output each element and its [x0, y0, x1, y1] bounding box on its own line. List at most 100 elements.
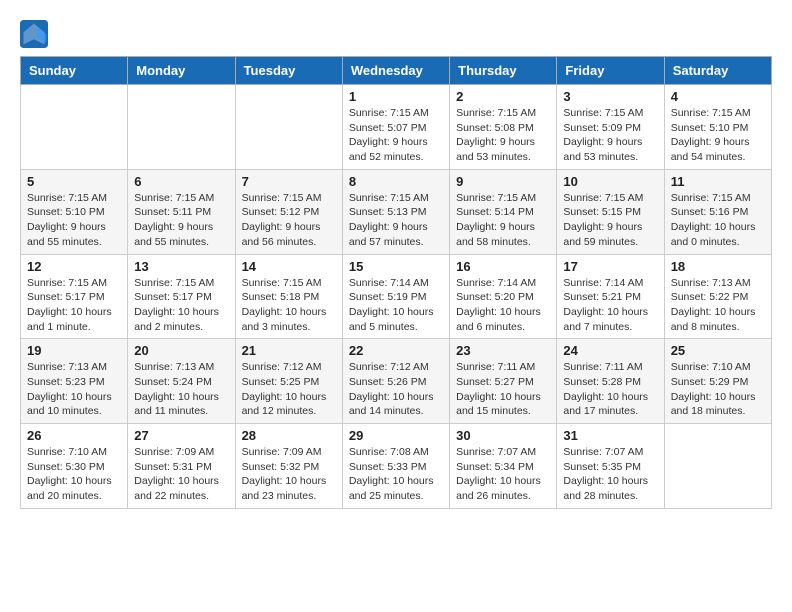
- calendar-cell: 17 Sunrise: 7:14 AM Sunset: 5:21 PM Dayli…: [557, 254, 664, 339]
- day-info: Sunrise: 7:13 AM Sunset: 5:22 PM Dayligh…: [671, 276, 765, 335]
- day-number: 27: [134, 428, 228, 443]
- day-number: 20: [134, 343, 228, 358]
- day-info: Sunrise: 7:14 AM Sunset: 5:19 PM Dayligh…: [349, 276, 443, 335]
- day-info: Sunrise: 7:14 AM Sunset: 5:20 PM Dayligh…: [456, 276, 550, 335]
- calendar-cell: 6 Sunrise: 7:15 AM Sunset: 5:11 PM Daylig…: [128, 169, 235, 254]
- calendar-cell: 23 Sunrise: 7:11 AM Sunset: 5:27 PM Dayli…: [450, 339, 557, 424]
- day-info: Sunrise: 7:15 AM Sunset: 5:18 PM Dayligh…: [242, 276, 336, 335]
- day-number: 15: [349, 259, 443, 274]
- day-info: Sunrise: 7:11 AM Sunset: 5:27 PM Dayligh…: [456, 360, 550, 419]
- day-info: Sunrise: 7:09 AM Sunset: 5:32 PM Dayligh…: [242, 445, 336, 504]
- calendar-cell: [235, 85, 342, 170]
- calendar-cell: 30 Sunrise: 7:07 AM Sunset: 5:34 PM Dayli…: [450, 424, 557, 509]
- day-info: Sunrise: 7:07 AM Sunset: 5:34 PM Dayligh…: [456, 445, 550, 504]
- calendar-cell: 16Sunrise: 7:14 AM Sunset: 5:20 PM Dayli…: [450, 254, 557, 339]
- day-number: 31: [563, 428, 657, 443]
- day-info: Sunrise: 7:15 AM Sunset: 5:15 PM Dayligh…: [563, 191, 657, 250]
- calendar-cell: 14 Sunrise: 7:15 AM Sunset: 5:18 PM Dayli…: [235, 254, 342, 339]
- day-number: 6: [134, 174, 228, 189]
- logo: [20, 20, 52, 48]
- day-number: 30: [456, 428, 550, 443]
- day-number: 10: [563, 174, 657, 189]
- day-info: Sunrise: 7:07 AM Sunset: 5:35 PM Dayligh…: [563, 445, 657, 504]
- logo-icon: [20, 20, 48, 48]
- calendar-week-row: 12 Sunrise: 7:15 AM Sunset: 5:17 PM Dayli…: [21, 254, 772, 339]
- day-info: Sunrise: 7:15 AM Sunset: 5:08 PM Dayligh…: [456, 106, 550, 165]
- calendar-cell: 11Sunrise: 7:15 AM Sunset: 5:16 PM Dayli…: [664, 169, 771, 254]
- day-info: Sunrise: 7:15 AM Sunset: 5:09 PM Dayligh…: [563, 106, 657, 165]
- day-info: Sunrise: 7:14 AM Sunset: 5:21 PM Dayligh…: [563, 276, 657, 335]
- day-info: Sunrise: 7:15 AM Sunset: 5:13 PM Dayligh…: [349, 191, 443, 250]
- day-info: Sunrise: 7:15 AM Sunset: 5:14 PM Dayligh…: [456, 191, 550, 250]
- calendar-cell: 12 Sunrise: 7:15 AM Sunset: 5:17 PM Dayli…: [21, 254, 128, 339]
- day-number: 26: [27, 428, 121, 443]
- calendar-cell: 19 Sunrise: 7:13 AM Sunset: 5:23 PM Dayli…: [21, 339, 128, 424]
- day-info: Sunrise: 7:15 AM Sunset: 5:07 PM Dayligh…: [349, 106, 443, 165]
- calendar-cell: 24Sunrise: 7:11 AM Sunset: 5:28 PM Dayli…: [557, 339, 664, 424]
- calendar-cell: 10 Sunrise: 7:15 AM Sunset: 5:15 PM Dayli…: [557, 169, 664, 254]
- day-number: 22: [349, 343, 443, 358]
- calendar-cell: 4Sunrise: 7:15 AM Sunset: 5:10 PM Daylig…: [664, 85, 771, 170]
- day-number: 23: [456, 343, 550, 358]
- calendar-cell: 22Sunrise: 7:12 AM Sunset: 5:26 PM Dayli…: [342, 339, 449, 424]
- calendar-cell: 9 Sunrise: 7:15 AM Sunset: 5:14 PM Daylig…: [450, 169, 557, 254]
- weekday-header-friday: Friday: [557, 57, 664, 85]
- day-info: Sunrise: 7:15 AM Sunset: 5:12 PM Dayligh…: [242, 191, 336, 250]
- day-info: Sunrise: 7:15 AM Sunset: 5:10 PM Dayligh…: [27, 191, 121, 250]
- calendar-cell: 25Sunrise: 7:10 AM Sunset: 5:29 PM Dayli…: [664, 339, 771, 424]
- calendar-cell: 20Sunrise: 7:13 AM Sunset: 5:24 PM Dayli…: [128, 339, 235, 424]
- calendar-cell: 18 Sunrise: 7:13 AM Sunset: 5:22 PM Dayli…: [664, 254, 771, 339]
- calendar-cell: 5 Sunrise: 7:15 AM Sunset: 5:10 PM Daylig…: [21, 169, 128, 254]
- day-number: 1: [349, 89, 443, 104]
- page-container: SundayMondayTuesdayWednesdayThursdayFrid…: [0, 0, 792, 519]
- day-number: 12: [27, 259, 121, 274]
- day-number: 13: [134, 259, 228, 274]
- day-number: 7: [242, 174, 336, 189]
- header: [20, 20, 772, 48]
- day-info: Sunrise: 7:10 AM Sunset: 5:29 PM Dayligh…: [671, 360, 765, 419]
- day-number: 11: [671, 174, 765, 189]
- calendar-cell: [128, 85, 235, 170]
- day-number: 3: [563, 89, 657, 104]
- calendar-cell: 26 Sunrise: 7:10 AM Sunset: 5:30 PM Dayli…: [21, 424, 128, 509]
- day-info: Sunrise: 7:15 AM Sunset: 5:11 PM Dayligh…: [134, 191, 228, 250]
- day-number: 8: [349, 174, 443, 189]
- day-number: 28: [242, 428, 336, 443]
- calendar-cell: 21Sunrise: 7:12 AM Sunset: 5:25 PM Dayli…: [235, 339, 342, 424]
- day-number: 5: [27, 174, 121, 189]
- day-number: 21: [242, 343, 336, 358]
- calendar-cell: 15 Sunrise: 7:14 AM Sunset: 5:19 PM Dayli…: [342, 254, 449, 339]
- calendar-cell: 7 Sunrise: 7:15 AM Sunset: 5:12 PM Daylig…: [235, 169, 342, 254]
- day-number: 9: [456, 174, 550, 189]
- calendar-cell: 1 Sunrise: 7:15 AM Sunset: 5:07 PM Daylig…: [342, 85, 449, 170]
- calendar-table: SundayMondayTuesdayWednesdayThursdayFrid…: [20, 56, 772, 509]
- calendar-week-row: 1 Sunrise: 7:15 AM Sunset: 5:07 PM Daylig…: [21, 85, 772, 170]
- weekday-header-row: SundayMondayTuesdayWednesdayThursdayFrid…: [21, 57, 772, 85]
- weekday-header-sunday: Sunday: [21, 57, 128, 85]
- day-info: Sunrise: 7:15 AM Sunset: 5:17 PM Dayligh…: [27, 276, 121, 335]
- calendar-week-row: 5 Sunrise: 7:15 AM Sunset: 5:10 PM Daylig…: [21, 169, 772, 254]
- weekday-header-wednesday: Wednesday: [342, 57, 449, 85]
- day-number: 14: [242, 259, 336, 274]
- day-number: 19: [27, 343, 121, 358]
- day-number: 29: [349, 428, 443, 443]
- day-info: Sunrise: 7:13 AM Sunset: 5:23 PM Dayligh…: [27, 360, 121, 419]
- calendar-cell: 3 Sunrise: 7:15 AM Sunset: 5:09 PM Daylig…: [557, 85, 664, 170]
- weekday-header-thursday: Thursday: [450, 57, 557, 85]
- day-number: 2: [456, 89, 550, 104]
- calendar-cell: 31 Sunrise: 7:07 AM Sunset: 5:35 PM Dayli…: [557, 424, 664, 509]
- day-number: 17: [563, 259, 657, 274]
- calendar-cell: [21, 85, 128, 170]
- calendar-cell: 28 Sunrise: 7:09 AM Sunset: 5:32 PM Dayli…: [235, 424, 342, 509]
- calendar-cell: 2 Sunrise: 7:15 AM Sunset: 5:08 PM Daylig…: [450, 85, 557, 170]
- day-info: Sunrise: 7:10 AM Sunset: 5:30 PM Dayligh…: [27, 445, 121, 504]
- calendar-cell: 13Sunrise: 7:15 AM Sunset: 5:17 PM Dayli…: [128, 254, 235, 339]
- day-info: Sunrise: 7:11 AM Sunset: 5:28 PM Dayligh…: [563, 360, 657, 419]
- calendar-cell: 29Sunrise: 7:08 AM Sunset: 5:33 PM Dayli…: [342, 424, 449, 509]
- day-info: Sunrise: 7:15 AM Sunset: 5:10 PM Dayligh…: [671, 106, 765, 165]
- weekday-header-tuesday: Tuesday: [235, 57, 342, 85]
- day-info: Sunrise: 7:09 AM Sunset: 5:31 PM Dayligh…: [134, 445, 228, 504]
- day-number: 18: [671, 259, 765, 274]
- calendar-cell: 27 Sunrise: 7:09 AM Sunset: 5:31 PM Dayli…: [128, 424, 235, 509]
- weekday-header-saturday: Saturday: [664, 57, 771, 85]
